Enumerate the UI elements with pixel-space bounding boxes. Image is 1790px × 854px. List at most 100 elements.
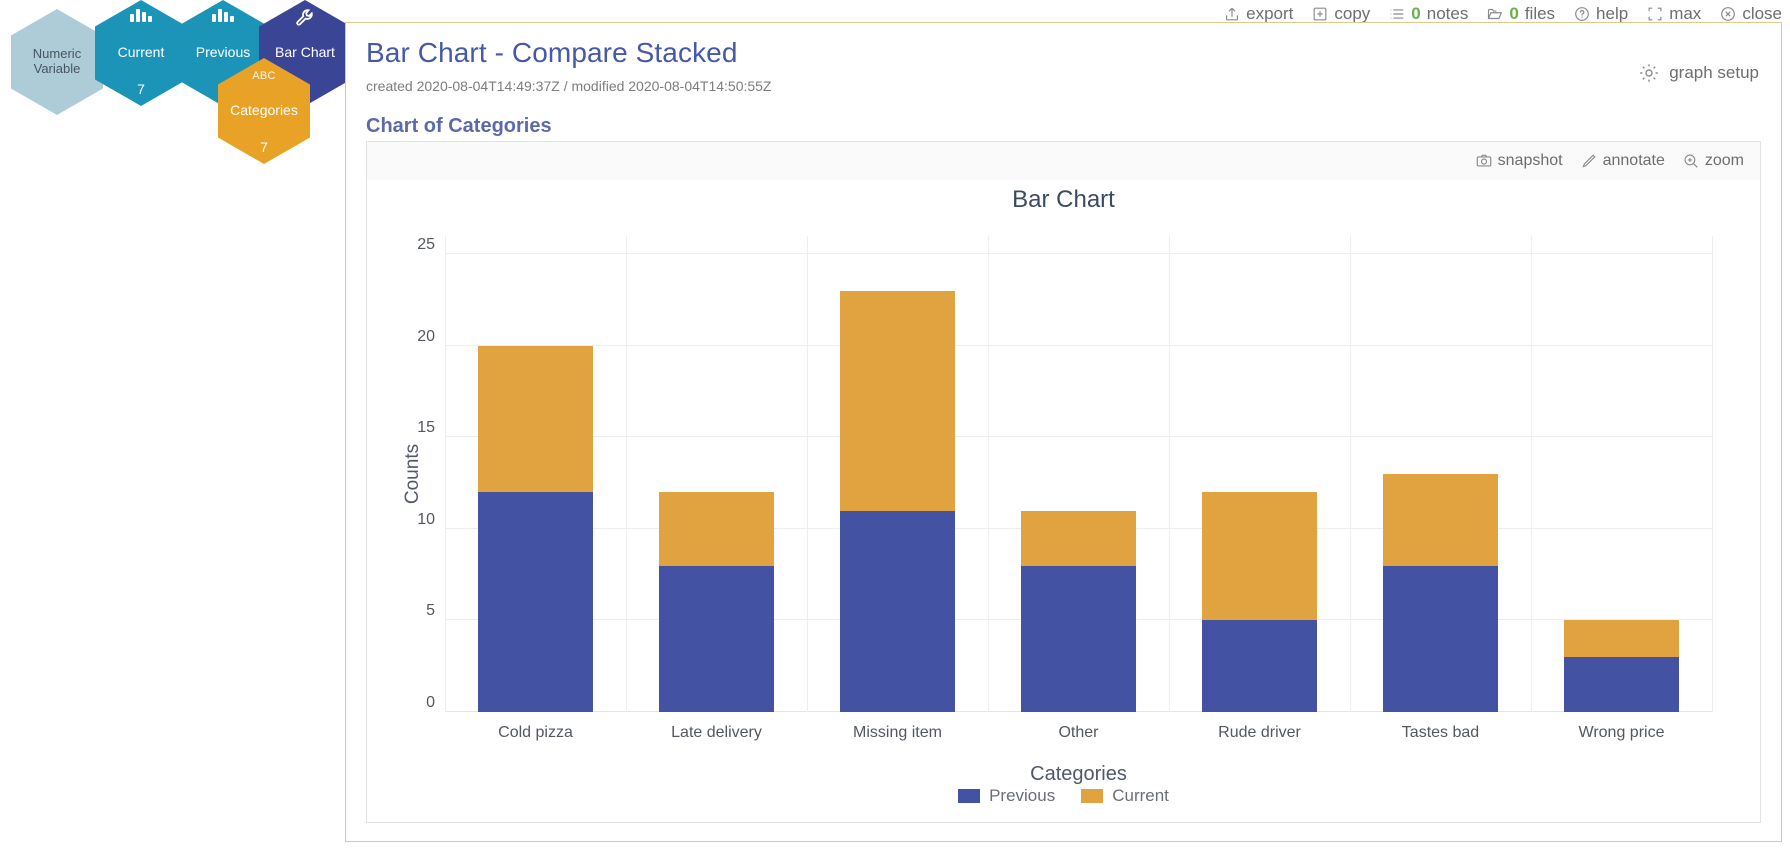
files-label: files: [1524, 4, 1556, 23]
x-axis-tick: Tastes bad: [1401, 724, 1480, 741]
annotate-label: annotate: [1602, 152, 1665, 169]
legend-label: Current: [1112, 786, 1169, 805]
node-categories-type: ABC: [252, 70, 276, 82]
y-axis-tick: 5: [426, 602, 435, 620]
node-categories-count: 7: [260, 139, 268, 155]
bar-group[interactable]: Rude driver: [1169, 236, 1350, 741]
notes-label: notes: [1426, 4, 1469, 23]
close-icon: [1719, 5, 1737, 23]
timestamps: created 2020-08-04T14:49:37Z / modified …: [366, 78, 772, 94]
zoom-label: zoom: [1704, 152, 1744, 169]
files-count: 0: [1509, 4, 1519, 23]
export-button[interactable]: export: [1223, 4, 1293, 24]
bar-group[interactable]: Cold pizza: [445, 236, 626, 741]
bar-segment-current[interactable]: [658, 492, 775, 566]
chart-title: Bar Chart: [1012, 186, 1115, 213]
bar-segment-previous[interactable]: [1563, 657, 1680, 712]
bar-group[interactable]: Other: [988, 236, 1169, 741]
chart-legend: Previous Current: [367, 786, 1760, 806]
x-axis-tick: Other: [1058, 724, 1099, 741]
node-current-label: Current: [117, 44, 165, 61]
notes-button[interactable]: 0 notes: [1388, 4, 1468, 24]
bar-series: Cold pizza Late delivery Missing item Other…: [445, 236, 1712, 741]
bar-group[interactable]: Late delivery: [626, 236, 807, 741]
bar-segment-current[interactable]: [477, 345, 594, 493]
export-icon: [1223, 5, 1241, 23]
wrench-icon: [294, 7, 316, 29]
bar-segment-current[interactable]: [839, 290, 956, 511]
legend-swatch: [958, 789, 981, 803]
panel-header: Bar Chart - Compare Stacked created 2020…: [346, 23, 1781, 109]
copy-label: copy: [1334, 4, 1371, 23]
copy-button[interactable]: copy: [1311, 4, 1370, 24]
x-axis-tick: Missing item: [853, 724, 942, 741]
copy-icon: [1311, 5, 1329, 23]
bar-segment-current[interactable]: [1201, 492, 1318, 621]
bar-segment-previous[interactable]: [477, 492, 594, 712]
chart-card: snapshot annotate zoom Bar Chart Counts …: [366, 141, 1761, 823]
y-axis-tick: 15: [417, 419, 435, 437]
bar-chart-icon: [211, 7, 235, 23]
legend-label: Previous: [989, 786, 1056, 805]
bar-segment-previous[interactable]: [658, 565, 775, 712]
page-title: Bar Chart - Compare Stacked: [366, 37, 738, 68]
bar-segment-current[interactable]: [1020, 510, 1137, 566]
legend-item[interactable]: Previous: [958, 786, 1055, 806]
files-button[interactable]: 0 files: [1486, 4, 1555, 24]
notes-count: 0: [1411, 4, 1421, 23]
bar-segment-previous[interactable]: [839, 510, 956, 712]
gear-icon: [1637, 61, 1661, 85]
node-current[interactable]: Current 7: [95, 0, 187, 106]
chart-toolbar: snapshot annotate zoom: [367, 142, 1760, 180]
plot-area: Counts 0 5 10 15 20 25 Cold pizza Late deliver…: [402, 236, 1713, 785]
x-axis-tick: Wrong price: [1578, 724, 1665, 741]
export-label: export: [1246, 4, 1294, 23]
node-previous-label: Previous: [195, 44, 251, 61]
node-numeric-variable-label: Numeric Variable: [32, 46, 82, 76]
gridline-vertical: [1712, 236, 1713, 712]
y-axis-tick: 20: [417, 327, 435, 345]
help-icon: [1573, 5, 1591, 23]
node-categories-label: Categories: [230, 102, 298, 119]
max-label: max: [1669, 4, 1702, 23]
zoom-in-icon: [1682, 152, 1700, 170]
node-current-count: 7: [137, 81, 145, 97]
camera-icon: [1475, 152, 1493, 170]
chart-body: Bar Chart Counts 0 5 10 15 20 25 Cold pizza La…: [367, 180, 1760, 822]
bar-segment-previous[interactable]: [1201, 620, 1318, 712]
x-axis-tick: Rude driver: [1218, 724, 1301, 741]
snapshot-button[interactable]: snapshot: [1475, 152, 1563, 170]
y-axis-tick: 25: [417, 236, 435, 254]
y-axis-tick: 0: [426, 693, 435, 711]
files-icon: [1486, 5, 1504, 23]
bar-group[interactable]: Missing item: [807, 236, 988, 741]
maximize-button[interactable]: max: [1646, 4, 1701, 24]
graph-setup-label: graph setup: [1669, 63, 1759, 82]
annotate-button[interactable]: annotate: [1580, 152, 1665, 170]
legend-item[interactable]: Current: [1081, 786, 1169, 806]
bar-group[interactable]: Wrong price: [1531, 236, 1712, 741]
x-axis-label: Categories: [1030, 763, 1127, 785]
bar-segment-current[interactable]: [1563, 620, 1680, 658]
zoom-button[interactable]: zoom: [1682, 152, 1744, 170]
legend-swatch: [1081, 789, 1104, 803]
x-axis-tick: Late delivery: [671, 724, 762, 741]
bar-chart-icon: [129, 7, 153, 23]
y-axis-label: Counts: [402, 443, 424, 505]
help-button[interactable]: help: [1573, 4, 1628, 24]
bar-group[interactable]: Tastes bad: [1350, 236, 1531, 741]
notes-icon: [1388, 5, 1406, 23]
main-panel: Bar Chart - Compare Stacked created 2020…: [345, 22, 1782, 842]
graph-setup-button[interactable]: graph setup: [1637, 61, 1759, 85]
bar-segment-previous[interactable]: [1382, 565, 1499, 712]
bar-segment-previous[interactable]: [1020, 565, 1137, 712]
close-button[interactable]: close: [1719, 4, 1782, 24]
help-label: help: [1596, 4, 1629, 23]
x-axis-tick: Cold pizza: [498, 724, 573, 741]
close-label: close: [1742, 4, 1782, 23]
app-window: export copy 0 notes 0 files help max clo…: [0, 0, 1790, 854]
node-numeric-variable[interactable]: Numeric Variable: [11, 9, 103, 115]
node-map: Numeric Variable Current 7 Previous Bar …: [0, 0, 360, 175]
bar-segment-current[interactable]: [1382, 474, 1499, 566]
snapshot-label: snapshot: [1497, 152, 1563, 169]
